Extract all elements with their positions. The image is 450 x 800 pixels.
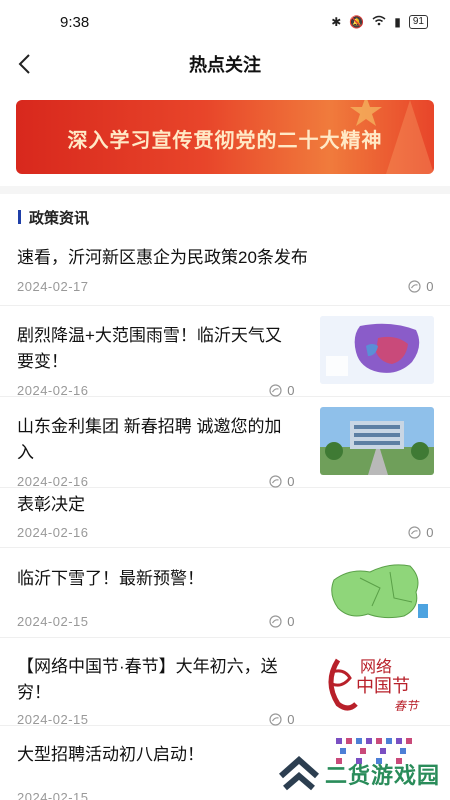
- comment-count-value: 0: [287, 383, 295, 398]
- news-item[interactable]: 【网络中国节·春节】大年初六，送穷！ 2024-02-15 0 网络 中国节 春…: [0, 638, 450, 727]
- region-map-thumbnail: [320, 558, 434, 626]
- sim-icon: ▮: [394, 15, 401, 29]
- news-date: 2024-02-15: [17, 712, 89, 727]
- comment-count-value: 0: [287, 474, 295, 489]
- news-item[interactable]: 表彰决定 2024-02-16 0: [0, 488, 450, 548]
- news-date: 2024-02-16: [17, 525, 89, 540]
- banner-text: 深入学习宣传贯彻党的二十大精神: [67, 130, 383, 152]
- section-header: 政策资讯: [0, 194, 450, 240]
- news-title: 临沂下雪了！最新预警！: [17, 569, 204, 588]
- news-meta: 2024-02-15: [17, 790, 295, 800]
- spring-festival-logo-thumbnail: 网络 中国节 春节: [320, 648, 434, 716]
- wifi-icon: [372, 15, 386, 29]
- section-divider: [0, 186, 450, 194]
- section-title: 政策资讯: [29, 209, 90, 227]
- news-meta: 2024-02-16 0: [17, 474, 295, 489]
- news-meta: 2024-02-15 0: [17, 614, 295, 629]
- comment-icon: [408, 280, 421, 293]
- bluetooth-icon: ✱: [331, 15, 342, 29]
- news-item[interactable]: 临沂下雪了！最新预警！ 2024-02-15 0: [0, 548, 450, 638]
- news-title: 【网络中国节·春节】大年初六，送穷！: [17, 657, 278, 702]
- comment-count-value: 0: [426, 525, 434, 540]
- comment-count: 0: [408, 279, 434, 294]
- comment-count-value: 0: [426, 279, 434, 294]
- news-date: 2024-02-16: [17, 383, 89, 398]
- logo-line-2: 中国节: [356, 676, 410, 697]
- news-title: 速看，沂河新区惠企为民政策20条发布: [17, 248, 308, 267]
- double-chevron-up-icon: [278, 756, 319, 791]
- comment-icon: [269, 713, 282, 726]
- news-date: 2024-02-15: [17, 790, 89, 800]
- news-title: 山东金利集团 新春招聘 诚邀您的加入: [17, 417, 282, 462]
- nav-bar: 热点关注: [0, 44, 450, 84]
- comment-count: 0: [269, 614, 295, 629]
- news-meta: 2024-02-16 0: [17, 383, 295, 398]
- battery-indicator: 91: [408, 15, 428, 29]
- comment-icon: [269, 384, 282, 397]
- news-date: 2024-02-15: [17, 614, 89, 629]
- news-date: 2024-02-16: [17, 474, 89, 489]
- status-icons: ✱ 🔕 ▮ 91: [331, 15, 428, 29]
- comment-icon: [408, 526, 421, 539]
- comment-count: 0: [269, 474, 295, 489]
- news-title: 表彰决定: [17, 495, 85, 514]
- news-item[interactable]: 山东金利集团 新春招聘 诚邀您的加入 2024-02-16 0: [0, 397, 450, 489]
- comment-count-value: 0: [287, 614, 295, 629]
- mute-icon: 🔕: [349, 15, 365, 29]
- comment-icon: [269, 475, 282, 488]
- news-title: 大型招聘活动初八启动！: [17, 745, 204, 764]
- news-meta: 2024-02-15 0: [17, 712, 295, 727]
- comment-count: 0: [269, 712, 295, 727]
- news-meta: 2024-02-17 0: [17, 279, 434, 294]
- news-item[interactable]: 剧烈降温+大范围雨雪！临沂天气又要变！ 2024-02-16 0: [0, 306, 450, 398]
- news-list: 速看，沂河新区惠企为民政策20条发布 2024-02-17 0 剧烈降温+大范围…: [0, 240, 450, 800]
- news-item[interactable]: 速看，沂河新区惠企为民政策20条发布 2024-02-17 0: [0, 240, 450, 306]
- logo-line-3: 春节: [394, 699, 420, 713]
- logo-line-1: 网络: [360, 657, 392, 676]
- status-time: 9:38: [60, 13, 90, 31]
- status-bar: 9:38 ✱ 🔕 ▮ 91: [0, 0, 450, 44]
- news-meta: 2024-02-16 0: [17, 525, 434, 540]
- comment-count: 0: [408, 525, 434, 540]
- comment-count: 0: [269, 383, 295, 398]
- promo-banner[interactable]: 深入学习宣传贯彻党的二十大精神: [16, 100, 434, 174]
- site-watermark: 二货游戏园: [277, 756, 440, 792]
- news-date: 2024-02-17: [17, 279, 89, 294]
- page-title: 热点关注: [189, 55, 261, 75]
- back-button[interactable]: [10, 50, 38, 78]
- weather-map-thumbnail: [320, 316, 434, 384]
- news-title: 剧烈降温+大范围雨雪！临沂天气又要变！: [17, 326, 282, 371]
- comment-icon: [269, 615, 282, 628]
- comment-count-value: 0: [287, 712, 295, 727]
- chevron-left-icon: [18, 54, 30, 74]
- building-photo-thumbnail: [320, 407, 434, 475]
- section-accent-bar: [18, 210, 21, 224]
- watermark-text: 二货游戏园: [324, 763, 440, 788]
